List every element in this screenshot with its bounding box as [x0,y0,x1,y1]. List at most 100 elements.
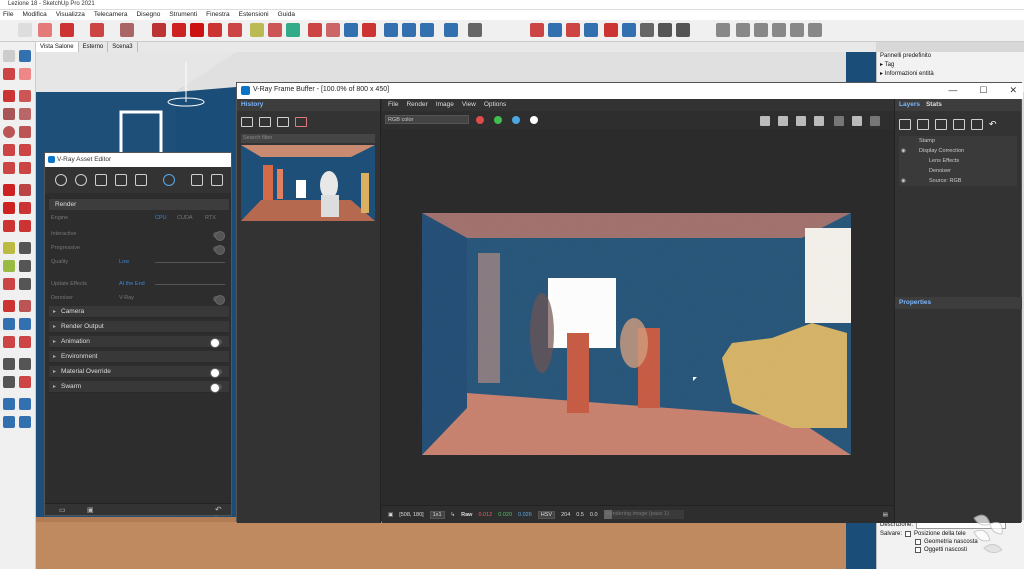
eye-icon[interactable]: ◉ [901,176,906,186]
walk-icon[interactable] [566,23,580,37]
left-view-icon[interactable] [808,23,822,37]
orbit-side-icon[interactable] [3,300,15,312]
eraser-side-icon[interactable] [19,68,31,80]
menu-file[interactable]: File [3,10,13,20]
protractor-icon[interactable] [268,23,282,37]
green-channel-button[interactable] [494,116,502,124]
quality-slider[interactable] [155,262,225,263]
history-thumbnail[interactable] [241,145,375,221]
offset-icon[interactable] [208,23,222,37]
panel-item-entity-info[interactable]: ▸ Informazioni entità [877,69,1024,78]
curve-icon[interactable]: ↳ [451,512,456,518]
follow-me-icon[interactable] [172,23,186,37]
text-icon[interactable] [19,260,31,272]
reset-icon[interactable]: ↶ [215,505,222,514]
paint-bucket-icon[interactable] [3,68,15,80]
shape-icon[interactable] [90,23,104,37]
log-icon[interactable]: ▤ [883,512,888,518]
engine-cuda[interactable]: CUDA [177,215,193,221]
vfb-menu-view[interactable]: View [462,99,476,111]
progressive-toggle[interactable] [213,245,225,255]
section-material-override[interactable]: Material Override [49,366,229,378]
pushpull-side-icon[interactable] [19,184,31,196]
section-camera[interactable]: Camera [49,306,229,318]
zoom-select[interactable]: 1x1 [429,510,445,519]
layer-row-display-correction[interactable]: ◉ Display Correction [899,146,1017,156]
clear-image-icon[interactable] [778,116,788,126]
track-mouse-status-icon[interactable]: ▣ [388,512,393,518]
render-image[interactable] [422,213,851,455]
menu-modifica[interactable]: Modifica [22,10,46,20]
checkbox-hidden-geometry[interactable] [915,539,921,545]
tool-icon[interactable] [640,23,654,37]
undo-icon[interactable]: ↶ [989,119,1001,130]
lights-icon[interactable] [75,174,87,186]
vfb-menu-options[interactable]: Options [484,99,506,111]
history-save-icon[interactable] [241,117,253,127]
section-swarm[interactable]: Swarm [49,381,229,393]
camera-walk-icon[interactable] [676,23,690,37]
warehouse-icon[interactable] [384,23,398,37]
section-fill-icon[interactable] [548,23,562,37]
arc-icon[interactable] [3,144,15,156]
open-file-icon[interactable]: ▭ [59,506,66,514]
engine-cpu[interactable]: CPU [155,215,167,221]
menu-strumenti[interactable]: Strumenti [169,10,197,20]
extension-icon[interactable] [402,23,416,37]
history-delete-icon[interactable] [295,117,307,127]
look-around-side-icon[interactable] [19,358,31,370]
rotate-side-icon[interactable] [3,202,15,214]
settings-icon[interactable] [163,174,175,186]
engine-rtx[interactable]: RTX [205,215,216,221]
iso-view-icon[interactable] [716,23,730,37]
tab-layers[interactable]: Layers [899,99,920,111]
section-plane-side-icon[interactable] [19,376,31,388]
layer-row-denoiser[interactable]: Denoiser [899,166,1017,176]
position-camera-side-icon[interactable] [3,358,15,370]
pencil-icon[interactable] [60,23,74,37]
send-layout-icon[interactable] [3,416,15,428]
channel-select[interactable]: RGB color [385,115,469,124]
vfb-maximize-button[interactable]: ☐ [979,85,987,96]
stop-render-icon[interactable] [870,116,880,126]
move-side-icon[interactable] [3,184,15,196]
tape-side-icon[interactable] [3,242,15,254]
zoom-icon[interactable] [344,23,358,37]
history-tab[interactable]: History [237,99,380,111]
previous-icon[interactable] [19,336,31,348]
render-elements-icon[interactable] [135,174,147,186]
interactive-icon[interactable] [834,116,844,126]
move-icon[interactable] [152,23,166,37]
vfb-icon[interactable] [211,174,223,186]
alpha-channel-button[interactable] [530,116,538,124]
pan-icon[interactable] [326,23,340,37]
eye-icon[interactable]: ◉ [901,146,906,156]
color-mode-select[interactable]: HSV [537,510,556,519]
zoom-side-icon[interactable] [3,318,15,330]
menu-telecamera[interactable]: Telecamera [94,10,128,20]
animation-toggle[interactable] [210,338,222,348]
geometry-icon[interactable] [95,174,107,186]
profile-icon[interactable] [468,23,482,37]
checkbox-hidden-objects[interactable] [915,547,921,553]
followme-side-icon[interactable] [19,202,31,214]
pan-side-icon[interactable] [19,300,31,312]
protractor-side-icon[interactable] [3,260,15,272]
circle-icon[interactable] [3,126,15,138]
rotated-rect-icon[interactable] [19,108,31,120]
menu-visualizza[interactable]: Visualizza [56,10,85,20]
vfb-menu-image[interactable]: Image [436,99,454,111]
look-around-icon[interactable] [584,23,598,37]
vfb-menu-file[interactable]: File [388,99,398,111]
layer-row-source-rgb[interactable]: ◉ Source: RGB [899,176,1017,186]
menu-finestra[interactable]: Finestra [206,10,229,20]
layer-row-stamp[interactable]: Stamp [899,136,1017,146]
walk-side-icon[interactable] [3,376,15,388]
pushpull-icon[interactable] [120,23,134,37]
vfb-menu-render[interactable]: Render [406,99,427,111]
render-icon[interactable] [191,174,203,186]
save-image-icon[interactable] [760,116,770,126]
dimension-icon[interactable] [19,242,31,254]
history-compare-icon[interactable] [259,117,271,127]
polygon-icon[interactable] [19,126,31,138]
